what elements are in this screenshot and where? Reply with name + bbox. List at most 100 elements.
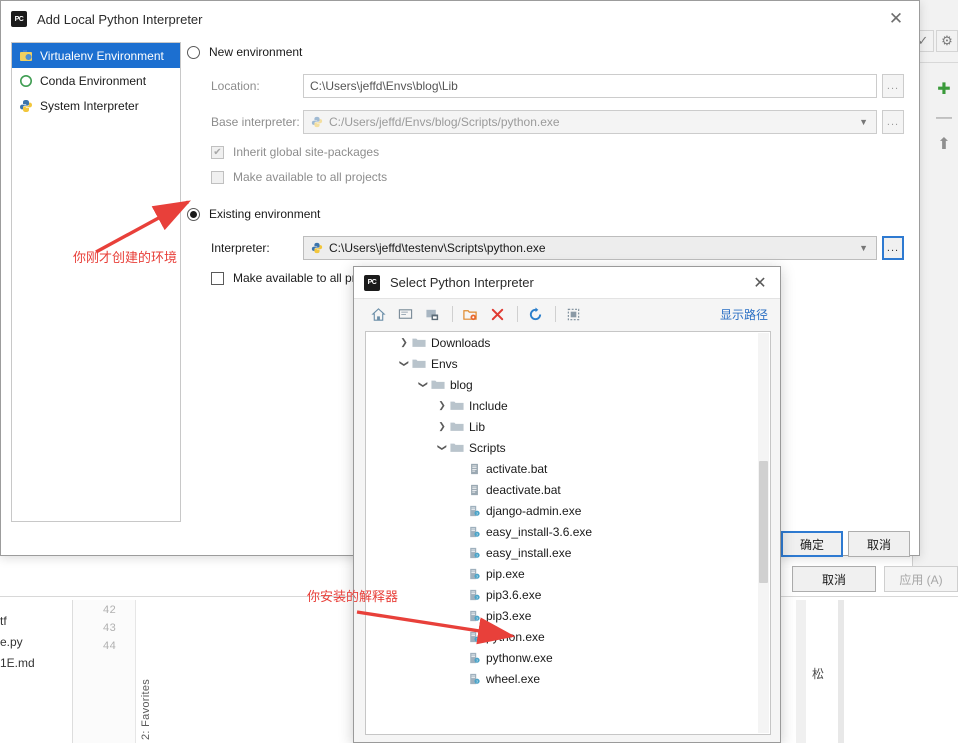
tree-item-blog[interactable]: ❯ blog: [366, 374, 770, 395]
existing-env-make-available-checkbox[interactable]: [211, 271, 224, 285]
file-tree-scrollbar[interactable]: [758, 333, 769, 733]
sidebar-item-label: Virtualenv Environment: [40, 48, 164, 63]
tree-item-label: python.exe: [486, 629, 545, 644]
chevron-right-icon[interactable]: ❯: [435, 400, 449, 411]
new-folder-icon[interactable]: [458, 303, 482, 325]
delete-icon[interactable]: [485, 303, 509, 325]
new-environment-radio-row[interactable]: New environment: [187, 42, 909, 62]
tree-item-deactivate.bat[interactable]: deactivate.bat: [366, 479, 770, 500]
tree-item-pythonw.exe[interactable]: ? pythonw.exe: [366, 647, 770, 668]
arrow-up-icon[interactable]: ⬆: [932, 133, 956, 157]
new-env-make-available-row[interactable]: Make available to all projects: [187, 170, 909, 184]
tree-item-downloads[interactable]: ❯ Downloads: [366, 332, 770, 353]
show-path-link[interactable]: 显示路径: [720, 306, 768, 323]
show-hidden-icon[interactable]: [561, 303, 585, 325]
tree-item-pip3.exe[interactable]: ? pip3.exe: [366, 605, 770, 626]
existing-environment-radio-row[interactable]: Existing environment: [187, 204, 909, 224]
conda-icon: [18, 73, 34, 89]
tree-item-label: pip3.6.exe: [486, 587, 542, 602]
tree-item-envs[interactable]: ❯ Envs: [366, 353, 770, 374]
tree-item-label: pip.exe: [486, 566, 525, 581]
dialog-title: Add Local Python Interpreter: [37, 11, 203, 27]
inherit-site-packages-label: Inherit global site-packages: [233, 145, 380, 159]
folder-icon: [449, 442, 464, 454]
line-number: 43: [102, 623, 116, 635]
tree-item-label: pythonw.exe: [486, 650, 553, 665]
new-environment-radio[interactable]: [187, 45, 200, 59]
background-scroll-column[interactable]: [796, 600, 806, 743]
tree-item-lib[interactable]: ❯ Lib: [366, 416, 770, 437]
toolbar-separator: [517, 306, 518, 322]
new-env-make-available-checkbox[interactable]: [211, 170, 224, 184]
background-apply-button[interactable]: 应用 (A): [884, 566, 958, 592]
annotation-python-exe: 你安装的解释器: [307, 589, 399, 604]
base-interpreter-browse-button[interactable]: ...: [882, 110, 904, 134]
tree-item-pip.exe[interactable]: ? pip.exe: [366, 563, 770, 584]
base-interpreter-select[interactable]: C:/Users/jeffd/Envs/blog/Scripts/python.…: [303, 110, 877, 134]
bat-file-icon: [468, 483, 481, 496]
background-cancel-button[interactable]: 取消: [792, 566, 876, 592]
refresh-icon[interactable]: [523, 303, 547, 325]
gear-icon[interactable]: ⚙: [936, 30, 958, 52]
line-number: 42: [102, 605, 116, 617]
chevron-down-icon[interactable]: ❯: [437, 441, 448, 455]
base-interpreter-value: C:/Users/jeffd/Envs/blog/Scripts/python.…: [329, 115, 560, 129]
tree-item-label: django-admin.exe: [486, 503, 582, 518]
folder-icon: [411, 358, 426, 370]
file-tree[interactable]: ❯ Downloads ❯ Envs ❯ blog ❯ Include ❯ Lib ❯ Scripts…: [365, 331, 771, 735]
interpreter-browse-button[interactable]: ...: [882, 236, 904, 260]
tree-item-activate.bat[interactable]: activate.bat: [366, 458, 770, 479]
main-ok-button[interactable]: 确定: [781, 531, 843, 557]
chevron-down-icon[interactable]: ❯: [399, 357, 410, 371]
tree-item-label: blog: [450, 377, 473, 392]
tree-item-python.exe[interactable]: ? python.exe: [366, 626, 770, 647]
location-browse-button[interactable]: ...: [882, 74, 904, 98]
svg-text:?: ?: [476, 574, 478, 578]
toolbar-separator: [555, 306, 556, 322]
tree-item-label: Scripts: [469, 440, 506, 455]
tree-item-easy-install.exe[interactable]: ? easy_install.exe: [366, 542, 770, 563]
plus-icon[interactable]: ✚: [932, 78, 956, 102]
exe-file-icon: ?: [468, 672, 481, 685]
desktop-icon[interactable]: [393, 303, 417, 325]
inherit-site-packages-row[interactable]: ✔ Inherit global site-packages: [187, 145, 909, 159]
tree-item-wheel.exe[interactable]: ? wheel.exe: [366, 668, 770, 689]
select-dialog-title-bar: PC Select Python Interpreter: [354, 267, 780, 299]
screen: ✓ ⚙ ✚ — ⬆ 取消 应用 (A) tf e.py 1E.md 42 43 …: [0, 0, 958, 743]
sidebar-item-conda-environment[interactable]: Conda Environment: [12, 68, 180, 93]
background-scroll-column-2[interactable]: [838, 600, 844, 743]
exe-file-icon: ?: [468, 609, 481, 622]
exe-file-icon: ?: [468, 525, 481, 538]
exe-file-icon: ?: [468, 651, 481, 664]
main-cancel-button[interactable]: 取消: [848, 531, 910, 557]
interpreter-select[interactable]: C:\Users\jeffd\testenv\Scripts\python.ex…: [303, 236, 877, 260]
inherit-site-packages-checkbox[interactable]: ✔: [211, 145, 224, 159]
chevron-down-icon[interactable]: ❯: [418, 378, 429, 392]
tree-item-label: Downloads: [431, 335, 491, 350]
minus-icon[interactable]: —: [932, 106, 956, 130]
tree-item-include[interactable]: ❯ Include: [366, 395, 770, 416]
drive-icon[interactable]: [420, 303, 444, 325]
location-input[interactable]: C:\Users\jeffd\Envs\blog\Lib: [303, 74, 877, 98]
close-icon[interactable]: ✕: [873, 1, 919, 37]
tree-item-scripts[interactable]: ❯ Scripts: [366, 437, 770, 458]
chevron-right-icon[interactable]: ❯: [435, 421, 449, 432]
sidebar-item-virtualenv-environment[interactable]: Virtualenv Environment: [12, 43, 180, 68]
svg-text:?: ?: [476, 532, 478, 536]
chevron-right-icon[interactable]: ❯: [397, 337, 411, 348]
tree-item-easy-install-3.6.exe[interactable]: ? easy_install-3.6.exe: [366, 521, 770, 542]
annotation-existing-env: 你刚才创建的环境: [73, 250, 178, 265]
tree-item-label: Envs: [431, 356, 458, 371]
file-tree-scrollbar-thumb[interactable]: [759, 461, 768, 583]
tree-item-label: wheel.exe: [486, 671, 541, 686]
favorites-tool-tab[interactable]: 2: Favorites: [140, 628, 156, 740]
existing-environment-radio[interactable]: [187, 207, 200, 221]
close-icon[interactable]: ✕: [740, 267, 780, 299]
sidebar-item-system-interpreter[interactable]: System Interpreter: [12, 93, 180, 118]
environment-type-list: Virtualenv Environment Conda Environment: [11, 42, 181, 522]
home-icon[interactable]: [366, 303, 390, 325]
tree-item-django-admin.exe[interactable]: ? django-admin.exe: [366, 500, 770, 521]
tree-item-label: Include: [469, 398, 508, 413]
select-python-interpreter-dialog: PC Select Python Interpreter ✕ 显示路径 ❯ Do…: [353, 266, 781, 743]
tree-item-pip3.6.exe[interactable]: ? pip3.6.exe: [366, 584, 770, 605]
